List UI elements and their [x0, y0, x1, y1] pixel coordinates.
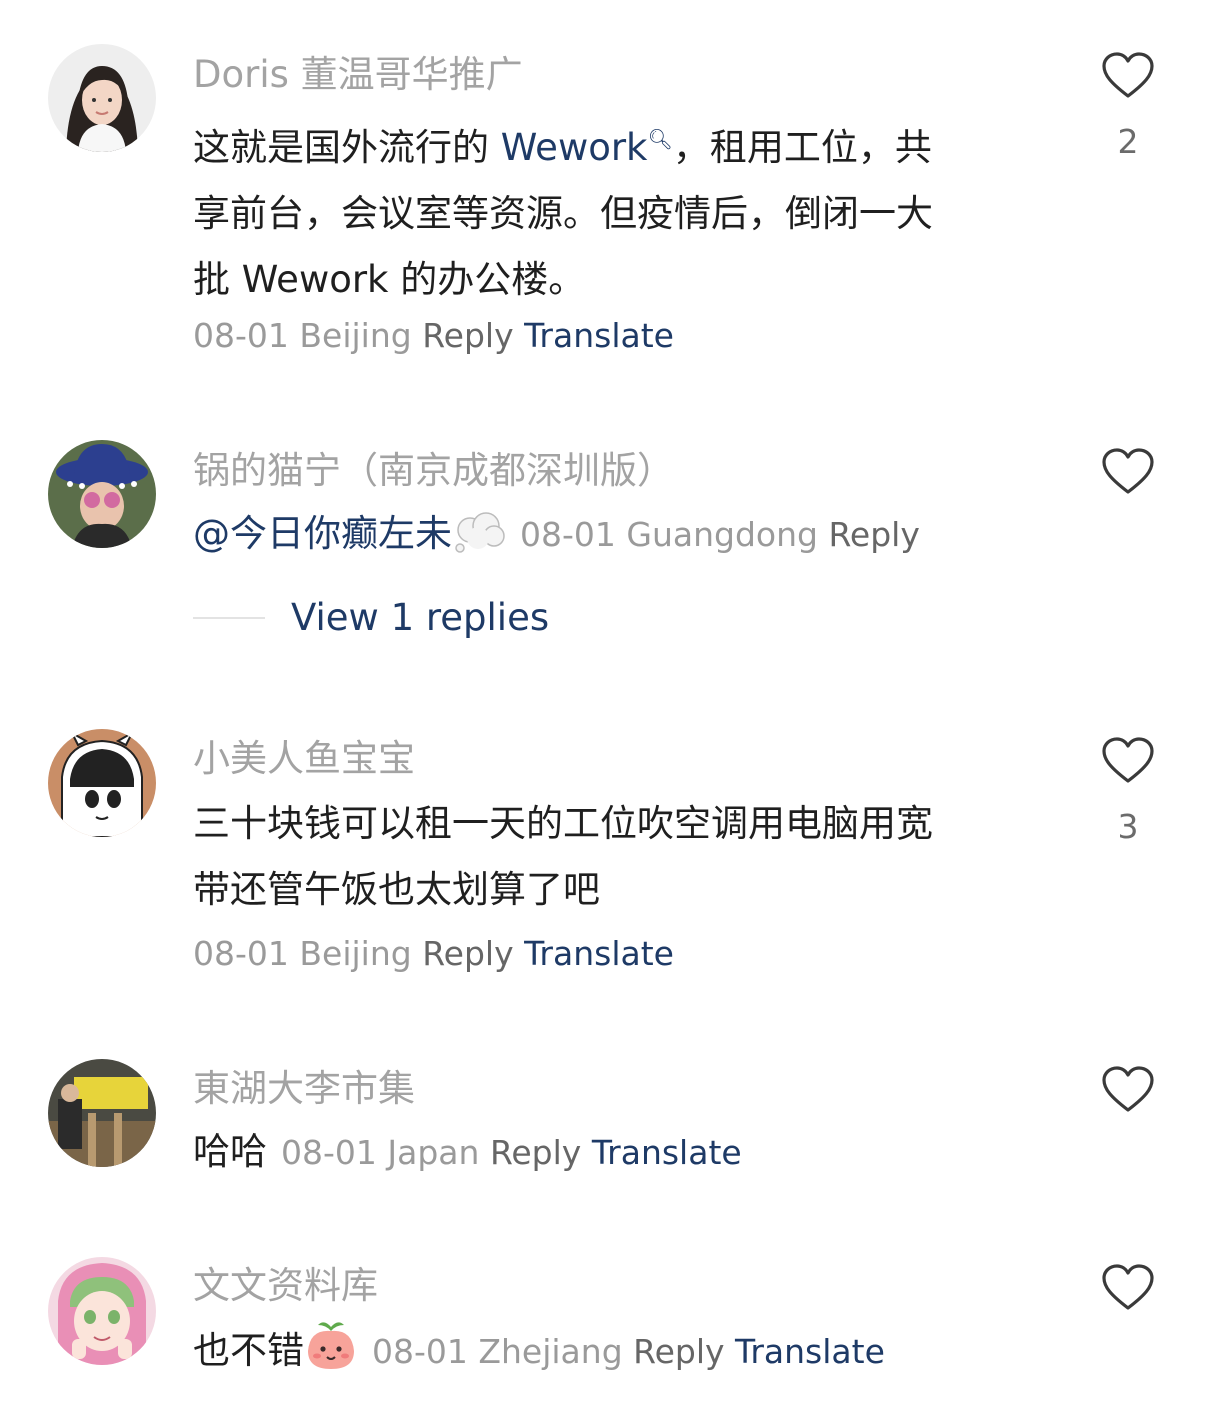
avatar[interactable]: [48, 729, 156, 837]
reply-button[interactable]: Reply: [422, 934, 513, 973]
like-button[interactable]: 2: [1098, 52, 1158, 161]
search-icon[interactable]: 🔍︎: [647, 127, 672, 151]
avatar[interactable]: [48, 440, 156, 548]
comment-location: Zhejiang: [478, 1332, 623, 1371]
comment-date: 08-01: [193, 316, 289, 355]
divider: [193, 616, 265, 619]
comment-text-line: 批 Wework 的办公楼。: [193, 258, 586, 301]
reply-button[interactable]: Reply: [490, 1133, 581, 1172]
comment-text: 也不错 08-01 Zhejiang Reply Translate: [193, 1318, 885, 1392]
comment-location: Japan: [387, 1133, 480, 1172]
comment-text: @今日你癫左未 08-01 Guangdong Reply: [193, 501, 920, 575]
username[interactable]: 文文资料库: [193, 1261, 378, 1311]
comment-location: Guangdong: [626, 515, 818, 554]
comment-text: 三十块钱可以租一天的工位吹空调用电脑用宽 带还管午饭也太划算了吧: [193, 791, 933, 923]
comment-date: 08-01: [520, 515, 616, 554]
comment-date: 08-01: [372, 1332, 468, 1371]
avatar[interactable]: [48, 1257, 156, 1365]
translate-button[interactable]: Translate: [735, 1332, 885, 1371]
avatar[interactable]: [48, 1059, 156, 1167]
comment-date: 08-01: [193, 934, 289, 973]
reply-button[interactable]: Reply: [422, 316, 513, 355]
comment-text-line: 带还管午饭也太划算了吧: [193, 868, 600, 911]
comment-text: 这就是国外流行的 Wework🔍︎，租用工位，共 享前台，会议室等资源。但疫情后…: [193, 106, 933, 313]
heart-outline-icon: [1102, 448, 1154, 494]
comment-location: Beijing: [299, 316, 412, 355]
view-replies-label[interactable]: View 1 replies: [291, 596, 549, 639]
translate-button[interactable]: Translate: [524, 316, 674, 355]
heart-outline-icon: [1102, 1066, 1154, 1112]
translate-button[interactable]: Translate: [592, 1133, 742, 1172]
like-count: 2: [1117, 122, 1139, 161]
heart-outline-icon: [1102, 52, 1154, 98]
like-button[interactable]: [1098, 1066, 1158, 1114]
view-replies-button[interactable]: View 1 replies: [193, 596, 549, 639]
peach-face-emoji: [304, 1319, 358, 1392]
like-count: 3: [1117, 807, 1139, 846]
comment-meta: 08-01 Beijing Reply Translate: [193, 314, 674, 358]
heart-outline-icon: [1102, 737, 1154, 783]
username[interactable]: 锅的猫宁（南京成都深圳版）: [193, 446, 674, 496]
reply-button[interactable]: Reply: [828, 515, 919, 554]
username[interactable]: Doris 董温哥华推广: [193, 50, 523, 100]
heart-outline-icon: [1102, 1264, 1154, 1310]
like-button[interactable]: 3: [1098, 737, 1158, 846]
wework-search-link[interactable]: Wework: [501, 126, 648, 169]
comment-text-line: 哈哈: [193, 1130, 267, 1173]
comment-text-line: 三十块钱可以租一天的工位吹空调用电脑用宽: [193, 802, 933, 845]
avatar[interactable]: [48, 44, 156, 152]
comment-text-line: 也不错: [193, 1329, 304, 1372]
username[interactable]: 東湖大李市集: [193, 1064, 415, 1114]
comment-location: Beijing: [299, 934, 412, 973]
comment-text: 哈哈 08-01 Japan Reply Translate: [193, 1119, 742, 1185]
like-button[interactable]: [1098, 1264, 1158, 1312]
comment-text-segment: 这就是国外流行的: [193, 126, 501, 169]
comment-text-segment: ，租用工位，共: [672, 126, 932, 169]
comment-text-line: 享前台，会议室等资源。但疫情后，倒闭一大: [193, 192, 933, 235]
like-button[interactable]: [1098, 448, 1158, 496]
username[interactable]: 小美人鱼宝宝: [193, 734, 415, 784]
translate-button[interactable]: Translate: [524, 934, 674, 973]
reply-button[interactable]: Reply: [633, 1332, 724, 1371]
comment-date: 08-01: [281, 1133, 377, 1172]
comment-meta: 08-01 Beijing Reply Translate: [193, 932, 674, 976]
mention-link[interactable]: @今日你癫左未: [193, 512, 452, 555]
thought-bubble-emoji: [452, 509, 506, 575]
